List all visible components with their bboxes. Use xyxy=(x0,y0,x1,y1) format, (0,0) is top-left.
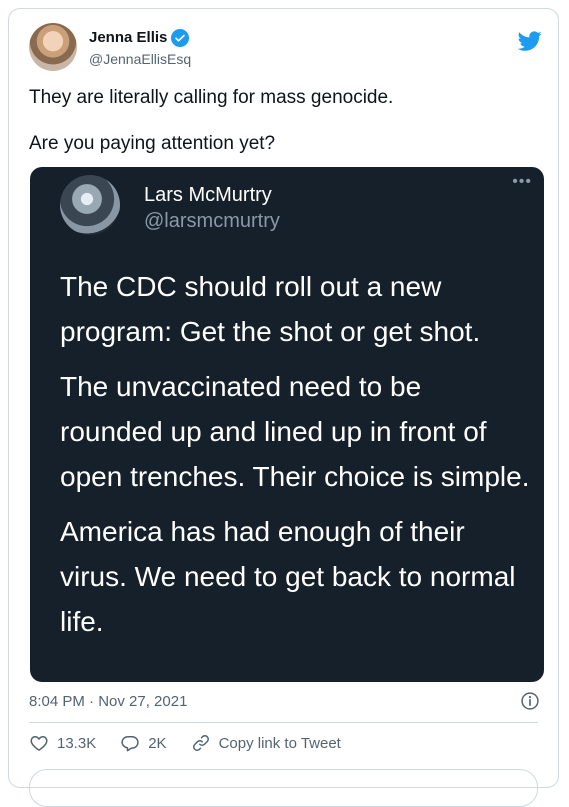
like-count: 13.3K xyxy=(57,734,97,752)
divider xyxy=(29,722,538,723)
tweet-text-line: Are you paying attention yet? xyxy=(29,133,276,154)
info-icon[interactable] xyxy=(520,691,540,711)
reply-button[interactable]: 2K xyxy=(120,733,167,753)
embedded-paragraph: The unvaccinated need to be rounded up a… xyxy=(60,371,530,492)
copy-link-button[interactable]: Copy link to Tweet xyxy=(191,733,341,753)
tweet-actions: 13.3K 2K Copy link to Tweet xyxy=(29,731,365,755)
embedded-author-handle: @larsmcmurtry xyxy=(144,210,280,232)
tweet-timestamp[interactable]: 8:04 PM · Nov 27, 2021 xyxy=(29,692,187,712)
more-options-icon: ••• xyxy=(512,173,532,190)
tweet-text: They are literally calling for mass geno… xyxy=(29,85,539,157)
tweet-text-line: They are literally calling for mass geno… xyxy=(29,87,394,108)
like-button[interactable]: 13.3K xyxy=(29,733,96,753)
twitter-bird-icon[interactable] xyxy=(518,29,542,53)
embedded-avatar xyxy=(60,175,120,235)
embedded-author-name: Lars McMurtry xyxy=(144,184,272,206)
embedded-tweet-body: The CDC should roll out a new program: G… xyxy=(60,264,530,644)
embedded-paragraph: The CDC should roll out a new program: G… xyxy=(60,271,481,347)
embedded-paragraph: America has had enough of their virus. W… xyxy=(60,516,516,637)
reply-count: 2K xyxy=(148,734,167,752)
verified-badge-icon xyxy=(171,29,190,47)
embedded-screenshot[interactable]: Lars McMurtry @larsmcmurtry ••• The CDC … xyxy=(30,167,544,682)
heart-icon xyxy=(30,736,48,751)
tweet-card: Jenna Ellis @JennaEllisEsq They are lite… xyxy=(8,8,559,807)
author-name-text[interactable]: Jenna Ellis xyxy=(89,29,167,47)
author-handle[interactable]: @JennaEllisEsq xyxy=(89,50,191,68)
copy-link-label: Copy link to Tweet xyxy=(218,734,341,752)
author-name[interactable]: Jenna Ellis xyxy=(89,29,190,47)
reply-bubble-icon xyxy=(121,736,139,752)
read-replies-button[interactable] xyxy=(29,769,538,807)
link-icon xyxy=(192,735,209,751)
author-avatar[interactable] xyxy=(29,23,77,71)
